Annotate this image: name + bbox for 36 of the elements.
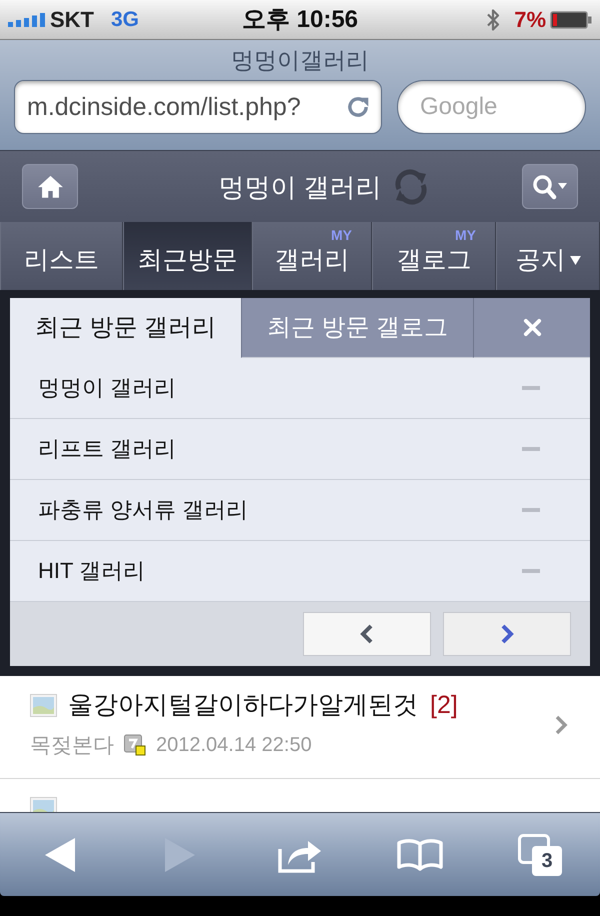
search-icon [532,174,568,200]
my-label: MY [455,228,476,242]
chevron-right-icon[interactable] [554,714,568,736]
gallery-link[interactable]: HIT 갤러리 [38,560,146,582]
carrier-name: SKT [50,8,94,30]
gallery-link[interactable]: 멍멍이 갤러리 [38,377,176,399]
search-field[interactable]: Google [397,80,586,134]
gallery-link[interactable]: 파충류 양서류 갤러리 [38,499,248,521]
battery-percent: 7% [514,8,546,30]
home-icon [36,174,64,199]
my-label: MY [331,228,352,242]
user-badge-icon [124,734,146,756]
signal-icon [8,12,45,26]
post-author: 목젖본다 [30,734,114,756]
home-button[interactable] [22,164,78,209]
gallery-link[interactable]: 리프트 갤러리 [38,438,176,460]
close-button[interactable] [473,298,590,358]
nav-tab[interactable]: 공지 [496,222,600,290]
comment-count: [2] [430,692,458,718]
clock-time: 오후 10:56 [242,8,358,32]
reload-icon[interactable] [345,94,371,120]
bluetooth-icon [486,8,500,32]
battery-icon [550,10,592,28]
nav-tab[interactable]: 최근방문 [123,222,252,290]
next-page-button[interactable] [443,612,571,656]
network-type: 3G [111,9,140,30]
previous-page-button[interactable] [303,612,431,656]
tabs-button[interactable]: 3 [518,834,562,876]
nav-tab[interactable]: 리스트 [0,222,123,290]
search-button[interactable] [522,164,578,209]
post-date: 2012.04.14 22:50 [156,735,312,755]
close-icon [522,318,542,337]
gallery-title: 멍멍이 갤러리 [218,174,382,200]
url-field[interactable]: m.dcinside.com/list.php? [14,80,382,134]
page-title: 멍멍이갤러리 [231,48,369,72]
post-title[interactable]: 울강아지털갈이하다가알게된것 [68,692,418,718]
